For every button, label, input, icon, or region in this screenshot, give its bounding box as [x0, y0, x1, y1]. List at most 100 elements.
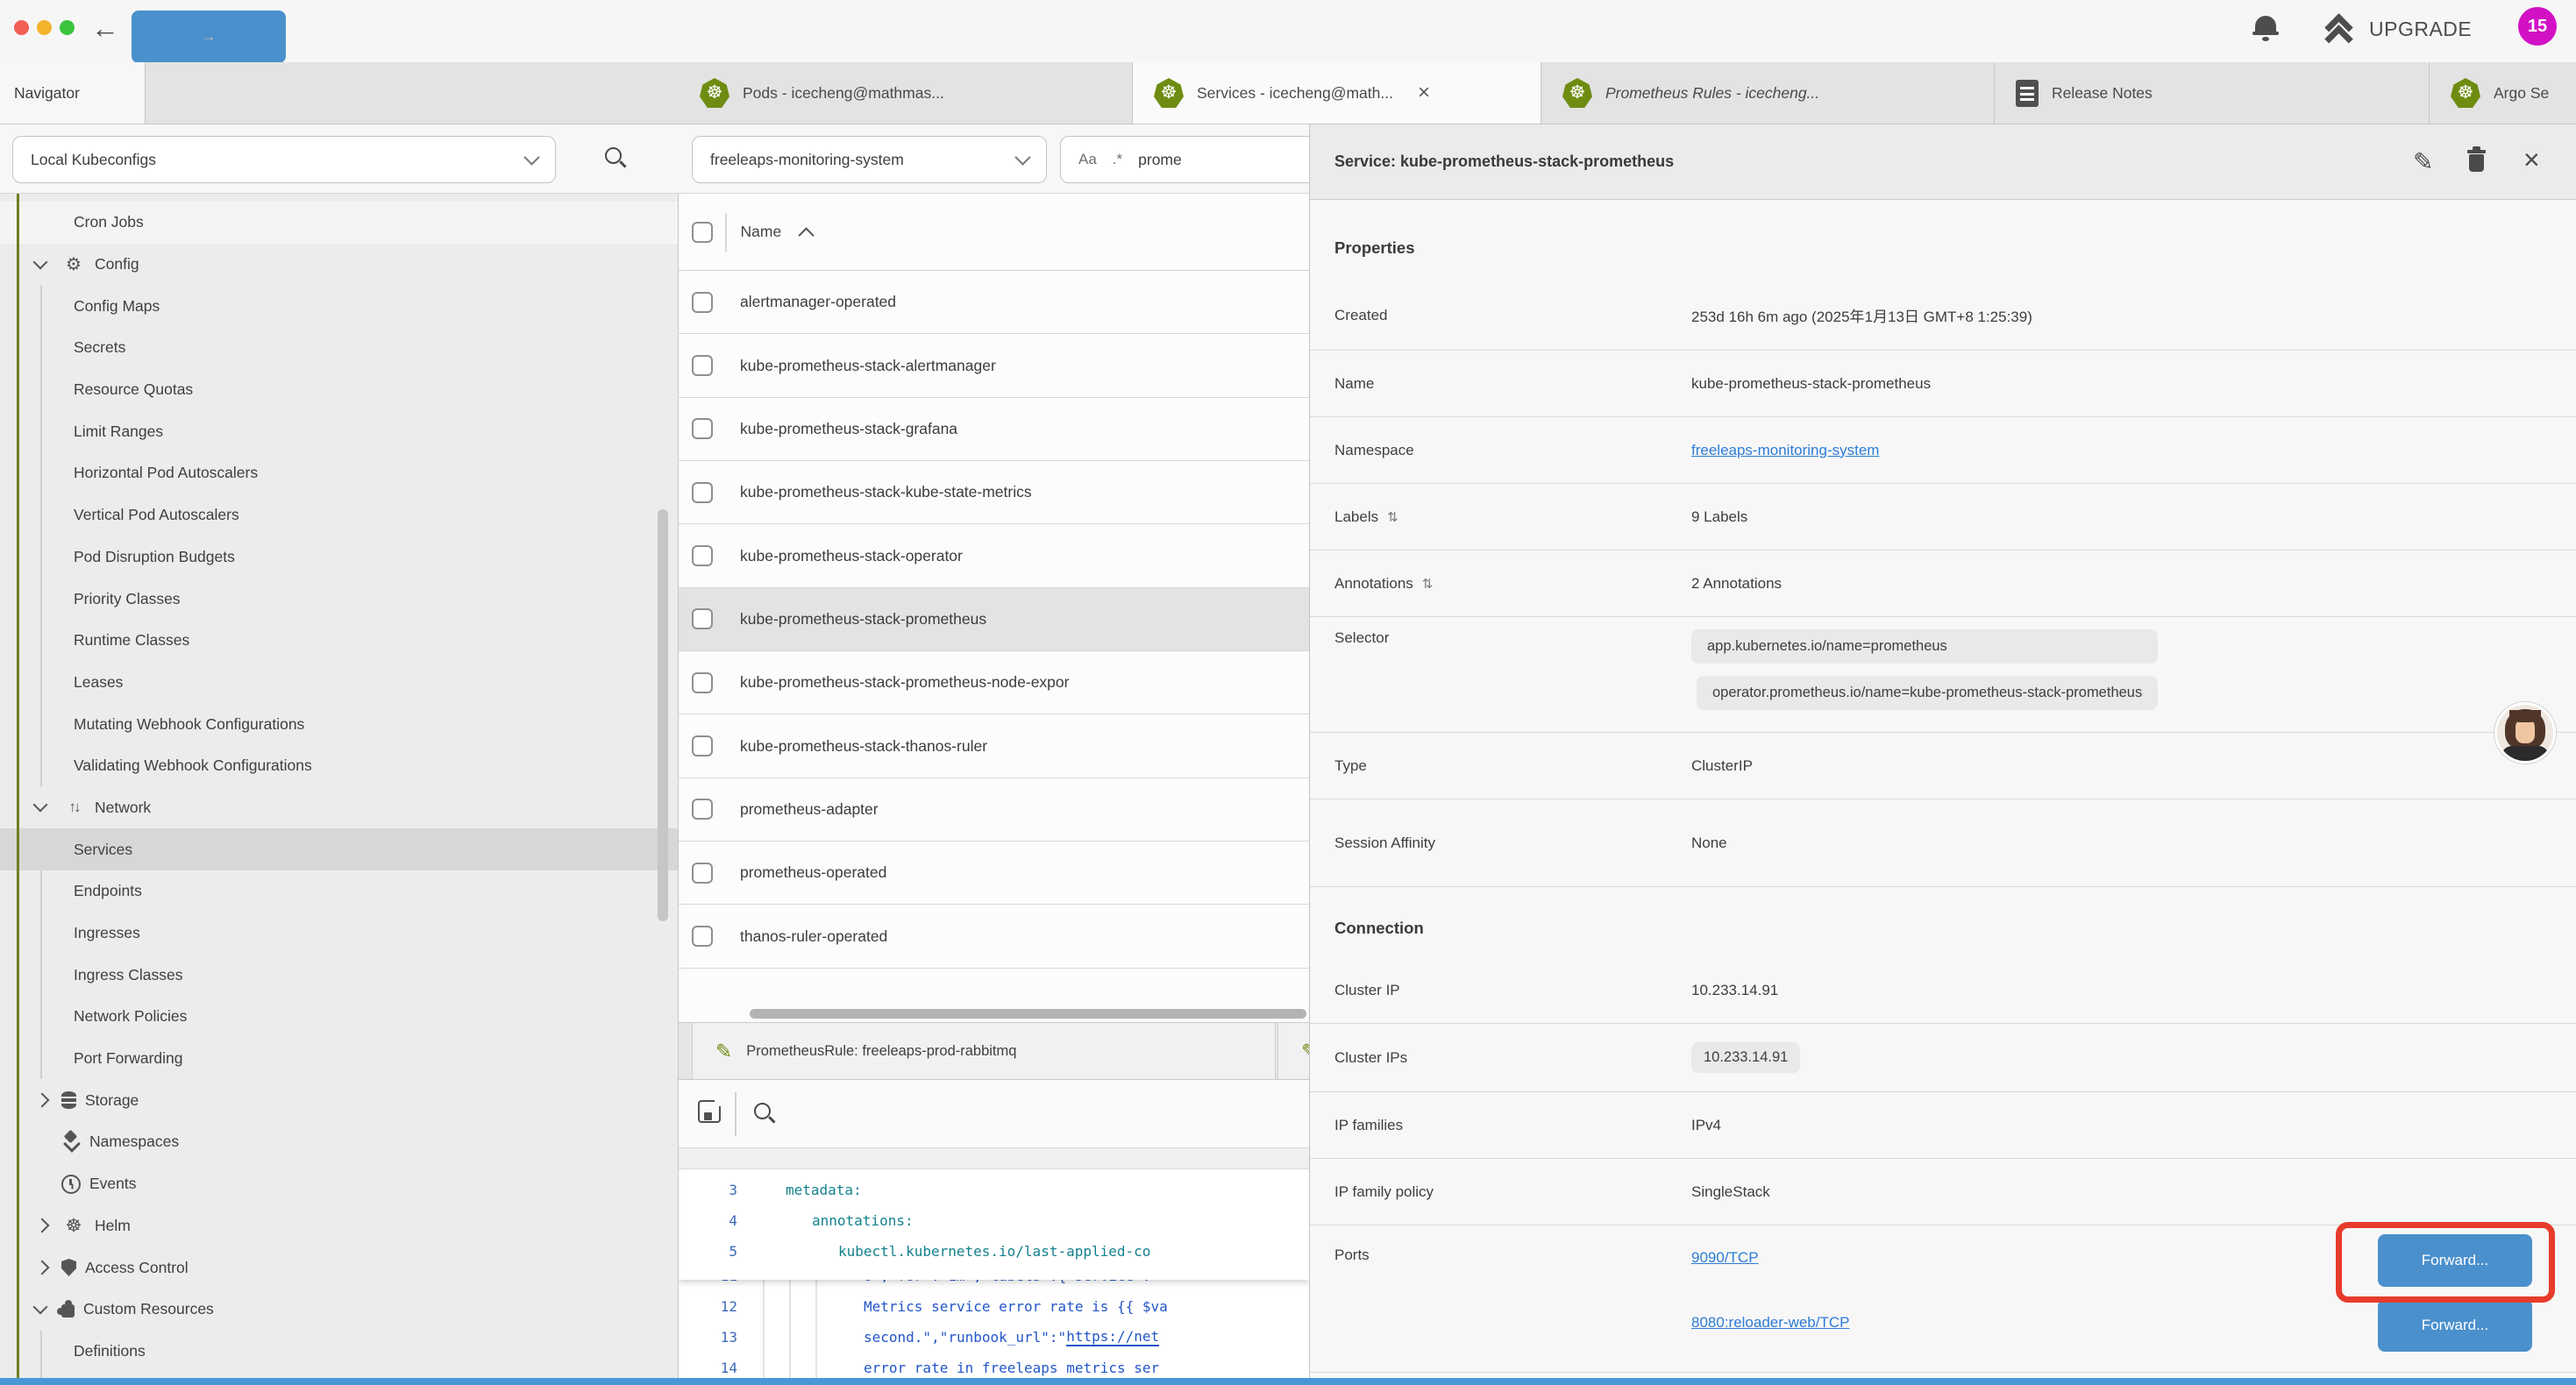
service-row[interactable]: prometheus-operated [679, 842, 1309, 905]
service-row[interactable]: alertmanager-operated [679, 271, 1309, 334]
row-checkbox[interactable] [692, 482, 713, 503]
sidebar-tree-item[interactable]: Events [0, 1163, 678, 1205]
navigator-tab[interactable]: Navigator [0, 62, 146, 124]
row-checkbox[interactable] [692, 355, 713, 376]
sidebar-tree-item[interactable]: Custom Resources [0, 1289, 678, 1331]
yaml-editor[interactable]: 11 0","for":"1m","labels":{"service": 12… [679, 1169, 1309, 1385]
sidebar-tree-item[interactable]: Pod Disruption Budgets [0, 536, 678, 579]
sidebar-scrollbar-thumb[interactable] [658, 509, 668, 921]
sidebar-tree-item[interactable]: Limit Ranges [0, 410, 678, 452]
match-case-icon[interactable]: Aa [1078, 151, 1097, 168]
back-arrow-icon[interactable]: ← [91, 11, 119, 46]
service-row[interactable]: kube-prometheus-stack-prometheus [679, 588, 1309, 651]
close-window-button[interactable] [14, 20, 29, 35]
minimize-window-button[interactable] [37, 20, 52, 35]
service-row[interactable]: kube-prometheus-stack-grafana [679, 398, 1309, 461]
row-checkbox[interactable] [692, 608, 713, 629]
tree-chevron-icon[interactable] [35, 1262, 61, 1273]
row-checkbox[interactable] [692, 545, 713, 566]
expand-updown-icon[interactable]: ⇅ [1387, 509, 1398, 525]
tab-pods[interactable]: ☸ Pods - icecheng@mathmas... [679, 62, 1133, 124]
editor-tab-prometheusrule[interactable]: ✎ PrometheusRule: freeleaps-prod-rabbitm… [692, 1023, 1276, 1079]
tree-chevron-icon[interactable] [35, 1220, 61, 1231]
sidebar-tree-item[interactable]: Namespaces [0, 1121, 678, 1163]
port-link[interactable]: 8080:reloader-web/TCP [1691, 1314, 1849, 1332]
sidebar-search-icon[interactable] [605, 147, 622, 164]
sidebar-tree-item[interactable]: Ingresses [0, 913, 678, 955]
sidebar-tree-item[interactable]: ⚙ Config [0, 244, 678, 286]
sidebar-tree-item[interactable]: Priority Classes [0, 578, 678, 620]
user-avatar[interactable] [2494, 702, 2556, 764]
editor-tab-2[interactable]: ✎ [1277, 1023, 1309, 1079]
sidebar-tree-item[interactable]: Leases [0, 662, 678, 704]
edit-icon[interactable]: ✎ [2413, 147, 2433, 176]
port-link[interactable]: 9090/TCP [1691, 1249, 1759, 1267]
upgrade-chevrons-icon[interactable] [2325, 14, 2352, 46]
expand-updown-icon[interactable]: ⇅ [1422, 576, 1434, 592]
close-tab-icon[interactable]: × [1418, 81, 1430, 105]
row-checkbox[interactable] [692, 672, 713, 693]
sidebar-tree-item[interactable]: Services [0, 828, 678, 870]
sidebar-tree-item[interactable]: Storage [0, 1079, 678, 1121]
sidebar-tree-item[interactable]: Access Control [0, 1246, 678, 1289]
service-row[interactable]: kube-prometheus-stack-operator [679, 524, 1309, 587]
sidebar-tree-item[interactable]: Network Policies [0, 996, 678, 1038]
notification-count-badge[interactable]: 15 [2518, 7, 2557, 46]
tab-release-notes[interactable]: Release Notes [1995, 62, 2430, 124]
forward-button[interactable]: Forward... [2378, 1299, 2532, 1352]
row-checkbox[interactable] [692, 735, 713, 756]
service-row[interactable]: kube-prometheus-stack-prometheus-node-ex… [679, 651, 1309, 714]
row-checkbox[interactable] [692, 418, 713, 439]
sidebar-tree-item[interactable]: Secrets [0, 327, 678, 369]
property-label: IP families [1334, 1117, 1691, 1134]
service-row[interactable]: kube-prometheus-stack-alertmanager [679, 334, 1309, 397]
sidebar-tree-item[interactable]: Runtime Classes [0, 620, 678, 662]
editor-search-icon[interactable] [754, 1103, 771, 1119]
sidebar-tree-item[interactable]: Definitions [0, 1331, 678, 1373]
sidebar-tree-item[interactable]: Horizontal Pod Autoscalers [0, 452, 678, 494]
service-row[interactable]: thanos-ruler-operated [679, 905, 1309, 968]
kubeconfig-selector[interactable]: Local Kubeconfigs [12, 136, 556, 183]
upgrade-label[interactable]: UPGRADE [2369, 18, 2472, 41]
sidebar-tree-item[interactable]: Vertical Pod Autoscalers [0, 494, 678, 536]
row-checkbox[interactable] [692, 926, 713, 947]
tab-services[interactable]: ☸ Services - icecheng@math... × [1133, 62, 1541, 124]
property-label: Cluster IP [1334, 982, 1691, 999]
regex-icon[interactable]: .* [1113, 151, 1122, 168]
tab-bar: Navigator ☸ Pods - icecheng@mathmas... ☸… [0, 62, 2576, 124]
tab-prometheus-rules[interactable]: ☸ Prometheus Rules - icecheng... [1541, 62, 1995, 124]
sidebar-tree-item[interactable]: Cron Jobs [0, 202, 678, 244]
row-checkbox[interactable] [692, 799, 713, 820]
tree-chevron-icon[interactable] [35, 805, 61, 810]
sidebar-tree-item[interactable]: ↑↓ Network [0, 787, 678, 829]
service-row[interactable]: prometheus-adapter [679, 778, 1309, 842]
sidebar-tree-item[interactable]: Port Forwarding [0, 1038, 678, 1080]
tab-argo[interactable]: ☸ Argo Se [2430, 62, 2576, 124]
delete-icon[interactable] [2469, 154, 2484, 172]
sidebar-tree-item[interactable]: Resource Quotas [0, 369, 678, 411]
service-row[interactable]: kube-prometheus-stack-thanos-ruler [679, 714, 1309, 778]
select-all-checkbox[interactable] [692, 222, 713, 243]
notifications-bell-icon[interactable] [2255, 16, 2276, 35]
sidebar-tree-item[interactable]: Ingress Classes [0, 954, 678, 996]
row-checkbox[interactable] [692, 863, 713, 884]
zoom-window-button[interactable] [60, 20, 75, 35]
save-icon[interactable] [698, 1100, 721, 1123]
horizontal-scrollbar-thumb[interactable] [750, 1009, 1306, 1019]
close-panel-icon[interactable]: × [2523, 144, 2540, 176]
name-column-header[interactable]: Name [741, 223, 782, 241]
service-row[interactable]: kube-prometheus-stack-kube-state-metrics [679, 461, 1309, 524]
sort-ascending-icon[interactable] [798, 227, 814, 243]
resource-search-input[interactable]: Aa .* prome [1060, 136, 1323, 183]
namespace-link[interactable]: freeleaps-monitoring-system [1691, 442, 1879, 459]
sidebar-tree-item[interactable]: ☸ Helm [0, 1205, 678, 1247]
namespace-selector[interactable]: freeleaps-monitoring-system [692, 136, 1047, 183]
tree-chevron-icon[interactable] [35, 262, 61, 267]
sidebar-tree-item[interactable]: Endpoints [0, 870, 678, 913]
sidebar-tree-item[interactable]: Validating Webhook Configurations [0, 745, 678, 787]
row-checkbox[interactable] [692, 292, 713, 313]
sidebar-tree-item[interactable]: Mutating Webhook Configurations [0, 703, 678, 745]
code-link[interactable]: https://net [1066, 1328, 1159, 1346]
tree-chevron-icon[interactable] [35, 1095, 61, 1105]
sidebar-tree-item[interactable]: Config Maps [0, 285, 678, 327]
